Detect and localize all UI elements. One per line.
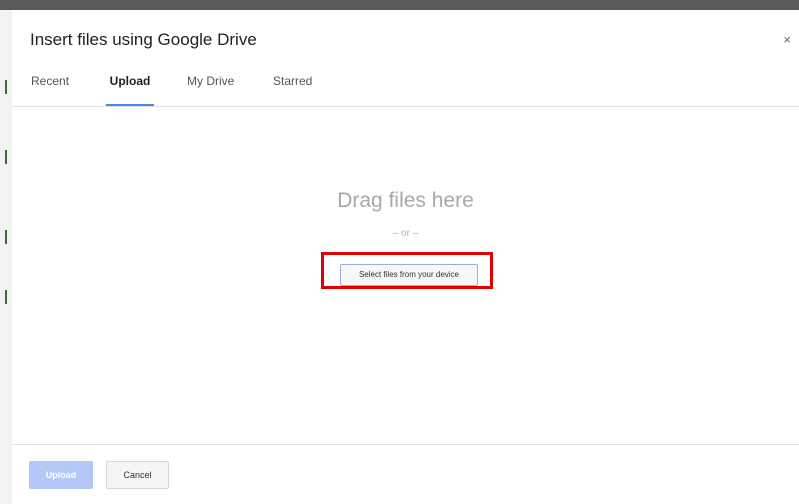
dialog-footer: Upload Cancel [12, 445, 799, 504]
google-drive-picker-dialog: Insert files using Google Drive × Recent… [12, 10, 799, 504]
window-top-edge [0, 0, 799, 10]
background-marker [5, 80, 7, 94]
tab-upload[interactable]: Upload [106, 74, 154, 106]
background-marker [5, 290, 7, 304]
background-marker [5, 150, 7, 164]
drag-files-text: Drag files here [337, 189, 474, 212]
tab-recent[interactable]: Recent [29, 74, 71, 104]
or-separator: – or – [392, 228, 419, 239]
tab-bar: Recent Upload My Drive Starred [12, 74, 799, 106]
background-marker [5, 230, 7, 244]
tab-my-drive[interactable]: My Drive [185, 74, 236, 104]
dialog-title: Insert files using Google Drive [30, 30, 257, 49]
upload-button[interactable]: Upload [29, 461, 93, 489]
select-files-button[interactable]: Select files from your device [340, 264, 478, 286]
tab-starred[interactable]: Starred [271, 74, 314, 104]
close-icon[interactable]: × [783, 32, 791, 47]
upload-drop-zone[interactable]: Drag files here – or – Select files from… [12, 107, 799, 443]
cancel-button[interactable]: Cancel [106, 461, 169, 489]
